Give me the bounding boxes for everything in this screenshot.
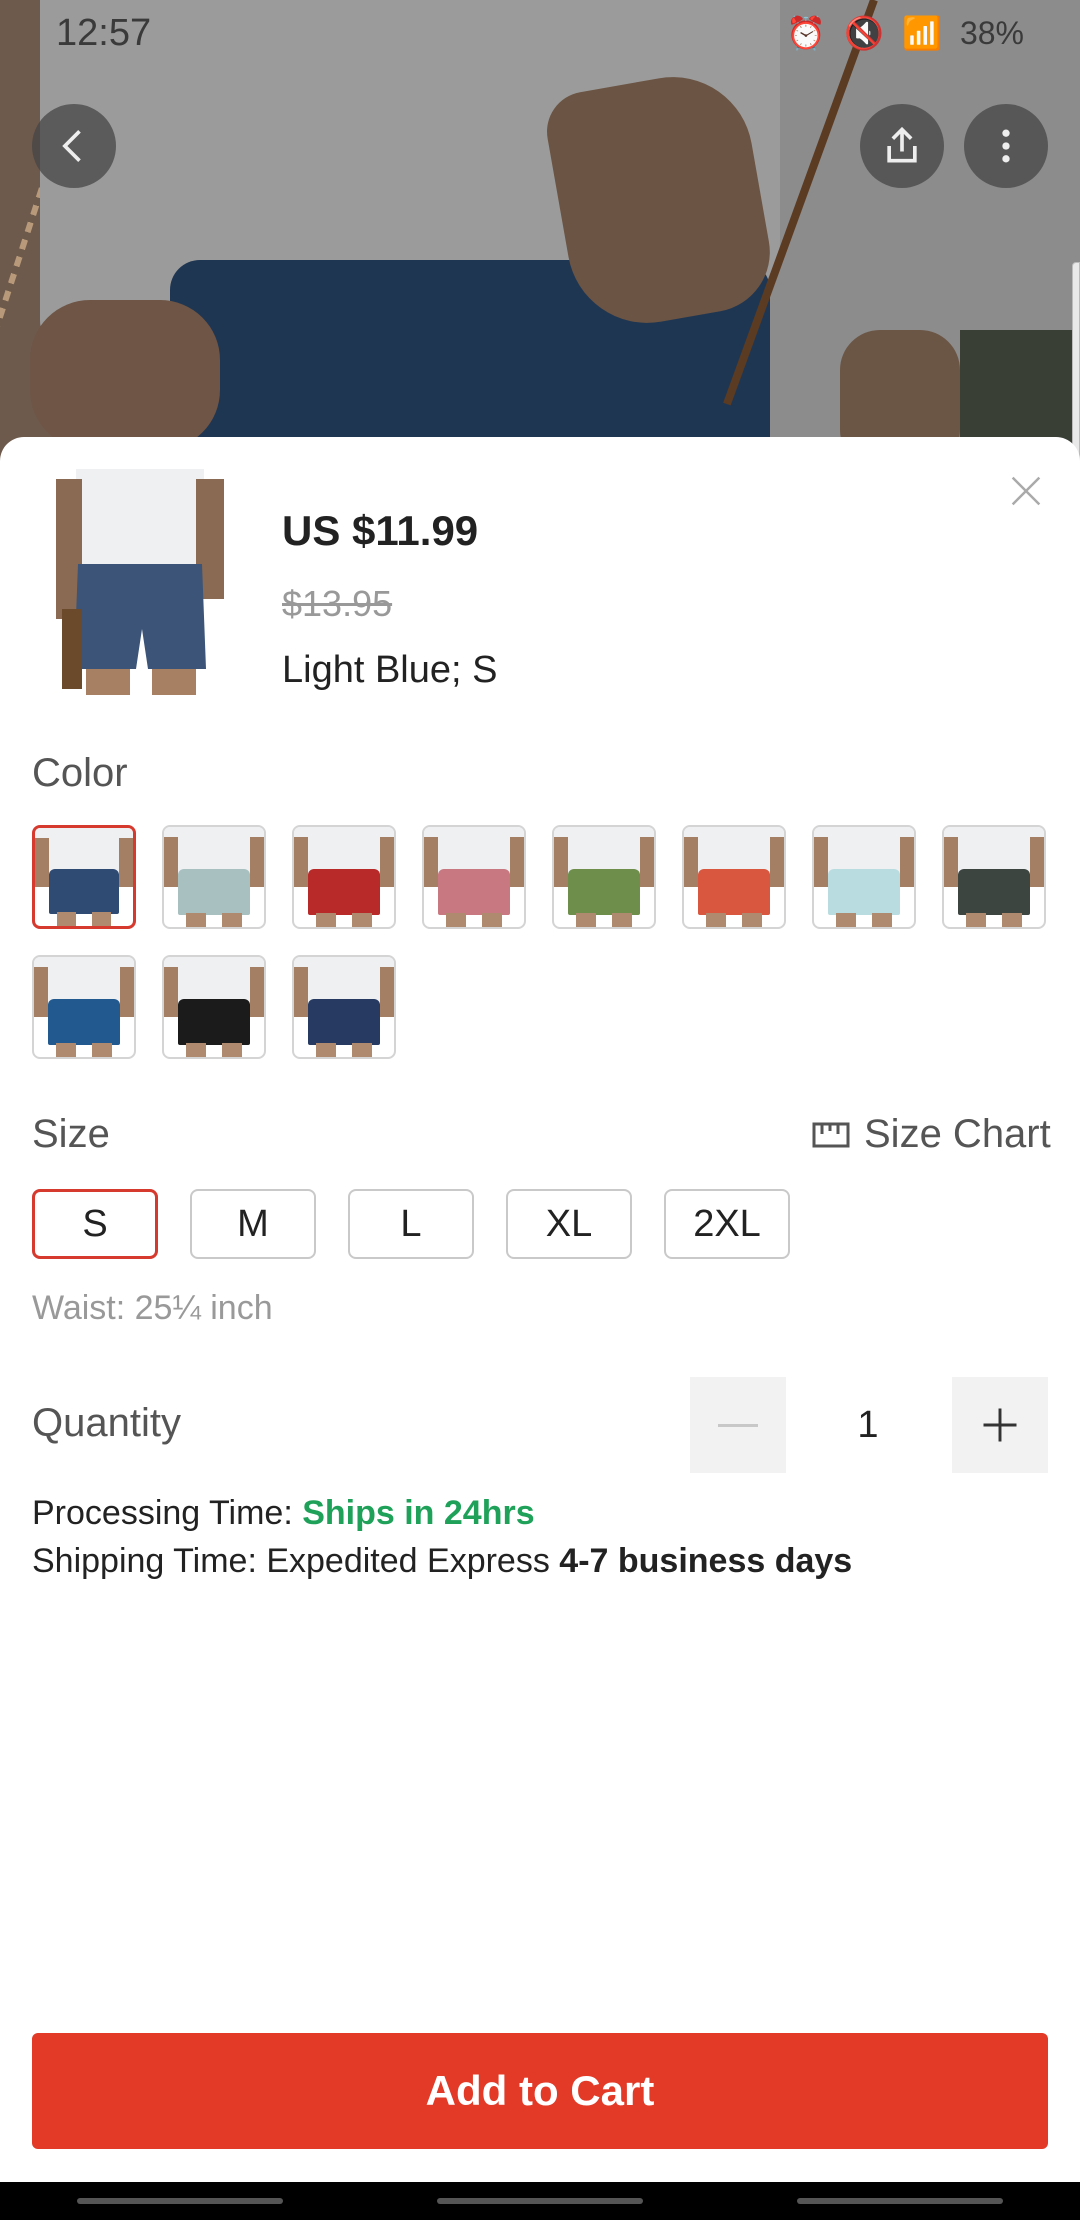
more-options-button[interactable] [964,104,1048,188]
original-price: $13.95 [282,583,393,624]
plus-icon [983,1408,1017,1442]
color-swatch[interactable] [32,825,136,929]
mute-icon: 🔇 [844,15,885,51]
size-options: S M L XL 2XL [32,1189,790,1259]
color-swatch[interactable] [292,825,396,929]
size-option-xl[interactable]: XL [506,1189,632,1259]
size-label: Size [32,1112,110,1156]
nav-recent-button[interactable] [77,2198,283,2204]
add-to-cart-button[interactable]: Add to Cart [32,2033,1048,2149]
size-option-2xl[interactable]: 2XL [664,1189,790,1259]
processing-time: Processing Time: Ships in 24hrs [32,1489,852,1537]
chevron-left-icon [62,130,81,162]
shipping-info: Processing Time: Ships in 24hrs Shipping… [32,1489,852,1585]
processing-time-label: Processing Time: [32,1494,303,1532]
status-bar: 12:57 ⏰ 🔇 📶 38% [0,0,1080,66]
size-option-l[interactable]: L [348,1189,474,1259]
quantity-label: Quantity [32,1401,181,1445]
product-photo-background [0,0,1080,470]
status-icons: ⏰ 🔇 📶 38% [786,14,1024,52]
color-swatch[interactable] [422,825,526,929]
color-label: Color [32,751,128,795]
more-vertical-icon [1002,129,1010,163]
status-time: 12:57 [56,11,152,54]
color-swatch[interactable] [552,825,656,929]
nav-back-button[interactable] [797,2198,1003,2204]
shipping-time: Shipping Time: Expedited Express 4-7 bus… [32,1537,852,1585]
close-button[interactable] [1002,467,1050,515]
color-swatch[interactable] [32,955,136,1059]
color-swatch[interactable] [812,825,916,929]
color-swatch[interactable] [292,955,396,1059]
color-swatch[interactable] [162,825,266,929]
share-button[interactable] [860,104,944,188]
quantity-decrease-button[interactable] [690,1377,786,1473]
shipping-time-value: 4-7 business days [559,1542,853,1580]
waist-note: Waist: 25¼ inch [32,1289,273,1327]
share-icon [887,126,917,163]
size-option-m[interactable]: M [190,1189,316,1259]
close-icon [1011,476,1041,506]
color-swatch[interactable] [942,825,1046,929]
system-navigation-bar [0,2182,1080,2220]
product-thumbnail [56,469,224,695]
battery-label: 38% [959,14,1024,51]
wifi-icon: 📶 [902,15,942,51]
processing-time-value: Ships in 24hrs [302,1494,535,1532]
nav-home-button[interactable] [437,2198,643,2204]
selected-variant: Light Blue; S [282,649,498,691]
color-swatch[interactable] [682,825,786,929]
ruler-icon [812,1122,850,1147]
size-chart-label: Size Chart [864,1112,1051,1156]
quantity-value[interactable]: 1 [800,1377,936,1473]
minus-icon [718,1423,758,1427]
sale-price: US $11.99 [282,507,479,554]
alarm-icon: ⏰ [786,15,827,51]
color-swatch-list [32,825,1048,1059]
size-chart-link[interactable]: Size Chart [812,1112,1051,1157]
sku-selection-sheet: US $11.99 $13.95 Light Blue; S Color Siz… [0,437,1080,2182]
quantity-increase-button[interactable] [952,1377,1048,1473]
shipping-time-label: Shipping Time: Expedited Express [32,1542,560,1580]
size-option-s[interactable]: S [32,1189,158,1259]
back-button[interactable] [32,104,116,188]
color-swatch[interactable] [162,955,266,1059]
